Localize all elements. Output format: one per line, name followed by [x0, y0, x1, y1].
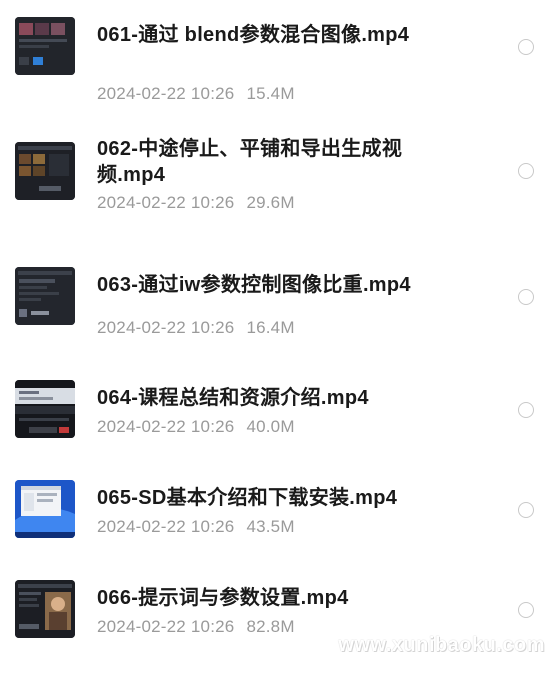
file-list: 061-通过 blend参数混合图像.mp4 2024-02-22 10:26 1… [0, 0, 559, 663]
file-date: 2024-02-22 10:26 [97, 193, 235, 212]
file-name: 062-中途停止、平铺和导出生成视频.mp4 [97, 138, 403, 186]
select-radio[interactable] [518, 602, 534, 618]
file-meta: 2024-02-22 10:26 82.8M [97, 617, 295, 637]
file-name: 061-通过 blend参数混合图像.mp4 [97, 24, 410, 46]
video-thumbnail-icon [15, 580, 75, 638]
select-radio[interactable] [518, 39, 534, 55]
file-size: 16.4M [246, 318, 295, 337]
file-meta: 2024-02-22 10:26 43.5M [97, 517, 295, 537]
file-date: 2024-02-22 10:26 [97, 417, 235, 436]
file-size: 82.8M [246, 617, 295, 636]
select-radio[interactable] [518, 402, 534, 418]
file-size: 43.5M [246, 517, 295, 536]
video-thumbnail-icon [15, 480, 75, 538]
video-thumbnail-icon [15, 17, 75, 75]
video-thumbnail-icon [15, 142, 75, 200]
list-item[interactable]: 064-课程总结和资源介绍.mp4 2024-02-22 10:26 40.0M [0, 380, 559, 480]
list-item[interactable]: 065-SD基本介绍和下载安装.mp4 2024-02-22 10:26 43.5… [0, 480, 559, 580]
list-item[interactable]: 061-通过 blend参数混合图像.mp4 2024-02-22 10:26 1… [0, 17, 559, 117]
select-radio[interactable] [518, 163, 534, 179]
video-thumbnail-icon [15, 380, 75, 438]
watermark: www.xunibaoku.com [338, 634, 545, 656]
file-meta: 2024-02-22 10:26 29.6M [97, 193, 295, 213]
file-size: 40.0M [246, 417, 295, 436]
list-item[interactable]: 063-通过iw参数控制图像比重.mp4 2024-02-22 10:26 16.… [0, 267, 559, 367]
file-name: 063-通过iw参数控制图像比重.mp4 [97, 274, 411, 296]
file-meta: 2024-02-22 10:26 15.4M [97, 84, 295, 104]
file-date: 2024-02-22 10:26 [97, 617, 235, 636]
list-item[interactable]: 066-提示词与参数设置.mp4 2024-02-22 10:26 82.8M [0, 580, 559, 680]
video-thumbnail-icon [15, 267, 75, 325]
select-radio[interactable] [518, 289, 534, 305]
file-meta: 2024-02-22 10:26 40.0M [97, 417, 295, 437]
file-name: 065-SD基本介绍和下载安装.mp4 [97, 487, 398, 509]
file-meta: 2024-02-22 10:26 16.4M [97, 318, 295, 338]
select-radio[interactable] [518, 502, 534, 518]
file-name: 066-提示词与参数设置.mp4 [97, 587, 349, 609]
file-size: 29.6M [246, 193, 295, 212]
file-date: 2024-02-22 10:26 [97, 318, 235, 337]
file-size: 15.4M [246, 84, 295, 103]
file-name: 064-课程总结和资源介绍.mp4 [97, 387, 369, 409]
file-date: 2024-02-22 10:26 [97, 84, 235, 103]
file-date: 2024-02-22 10:26 [97, 517, 235, 536]
list-item[interactable]: 062-中途停止、平铺和导出生成视频.mp4 2024-02-22 10:26 2… [0, 138, 559, 242]
